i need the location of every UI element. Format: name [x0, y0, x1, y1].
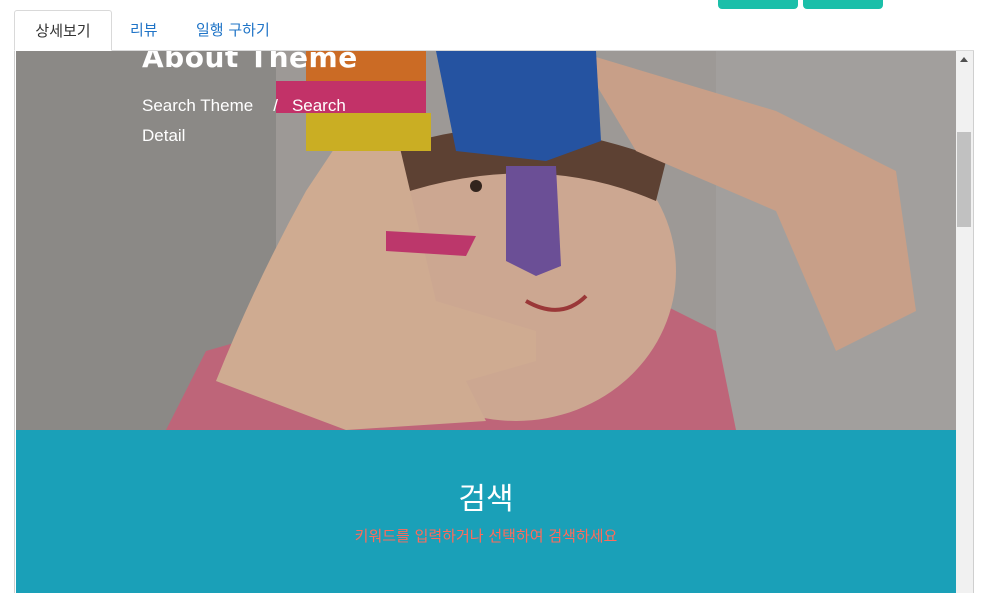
- tab-find-companions[interactable]: 일행 구하기: [196, 10, 270, 51]
- search-section: 검색 키워드를 입력하거나 선택하여 검색하세요: [16, 430, 956, 593]
- top-action-button-2[interactable]: [803, 0, 883, 9]
- scroll-thumb[interactable]: [957, 132, 971, 227]
- breadcrumb-home-link[interactable]: Search Theme: [142, 96, 253, 115]
- search-subtitle: 키워드를 입력하거나 선택하여 검색하세요: [354, 527, 618, 545]
- tab-bar: 상세보기 리뷰 일행 구하기: [0, 0, 988, 52]
- breadcrumb-separator: /: [273, 96, 278, 115]
- tab-details[interactable]: 상세보기: [14, 10, 112, 51]
- hero-banner: About Theme Search Theme / Search Detail: [16, 51, 956, 430]
- scroll-up-arrow-icon[interactable]: [956, 51, 973, 68]
- hero-title: About Theme: [142, 51, 358, 74]
- vertical-scrollbar[interactable]: [956, 51, 973, 593]
- search-title: 검색: [458, 482, 514, 517]
- breadcrumb: Search Theme / Search Detail: [142, 91, 392, 151]
- content-frame: About Theme Search Theme / Search Detail 검…: [14, 51, 974, 593]
- tab-reviews[interactable]: 리뷰: [130, 10, 158, 51]
- top-action-button-1[interactable]: [718, 0, 798, 9]
